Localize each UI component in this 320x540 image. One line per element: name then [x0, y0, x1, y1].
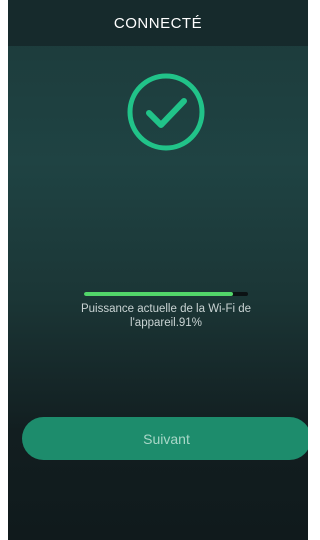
app-screen: CONNECTÉ Puissance actuelle de la Wi-Fi … [8, 0, 308, 540]
next-button[interactable]: Suivant [22, 417, 308, 460]
wifi-strength-fill [84, 292, 234, 296]
wifi-strength-text: Puissance actuelle de la Wi-Fi de l'appa… [80, 303, 252, 329]
wifi-strength-bar [84, 292, 248, 296]
check-circle-icon [127, 73, 205, 151]
page-title: CONNECTÉ [113, 14, 203, 32]
next-button-label: Suivant [143, 430, 190, 447]
header-bar: CONNECTÉ [8, 0, 308, 46]
